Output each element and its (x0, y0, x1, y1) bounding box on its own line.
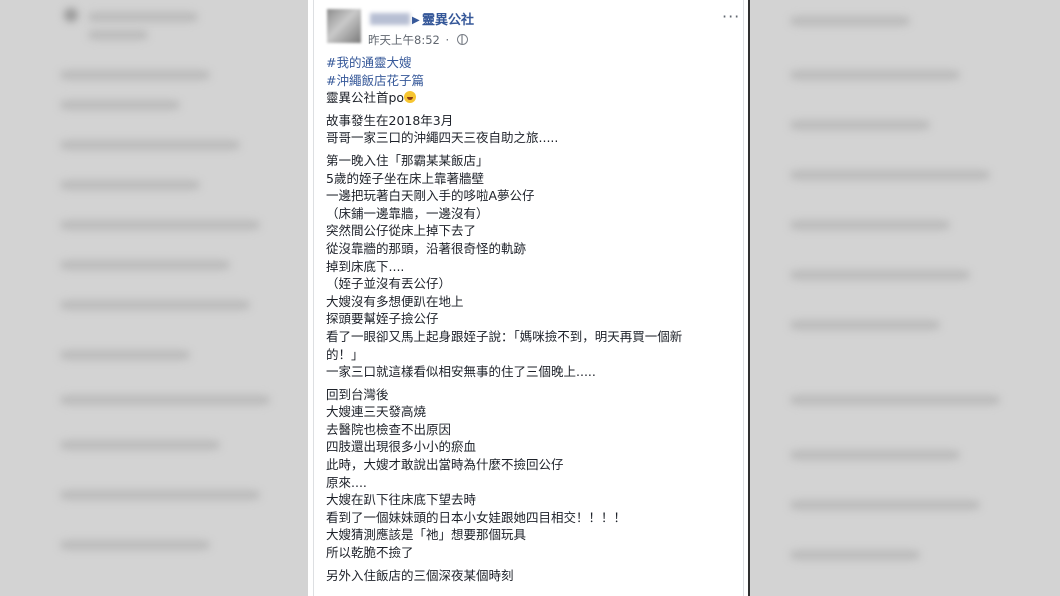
post-text-line: 一邊把玩著白天剛入手的哆啦A夢公仔 (326, 188, 535, 204)
post-text-line: 另外入住飯店的三個深夜某個時刻 (326, 567, 514, 583)
post-text-line: 哥哥一家三口的沖繩四天三夜自助之旅..... (326, 130, 559, 146)
paragraph-4: 另外入住飯店的三個深夜某個時刻 (326, 567, 736, 585)
author-name-redacted[interactable] (370, 13, 410, 25)
author-avatar[interactable] (327, 9, 361, 43)
post-text-line: 看到了一個妹妹頭的日本小女娃跟她四目相交！！！！ (326, 509, 627, 525)
meta-separator: · (445, 33, 450, 47)
post-text-line: 一家三口就這樣看似相安無事的住了三個晚上..... (326, 364, 596, 380)
post-text-line: 原來.... (326, 474, 367, 490)
post-text-line: 回到台灣後 (326, 386, 389, 402)
post-text-line: 所以乾脆不撿了 (326, 545, 414, 561)
post-text-line: 第一晚入住「那霸某某飯店」 (326, 152, 489, 168)
post-text-line: 掉到床底下.... (326, 258, 405, 274)
globe-icon[interactable] (456, 34, 468, 45)
post-text-line: 四肢還出現很多小小的瘀血 (326, 439, 477, 455)
post-text-line: 此時，大嫂才敢說出當時為什麼不撿回公仔 (326, 457, 564, 473)
paragraph-1: 故事發生在2018年3月 哥哥一家三口的沖繩四天三夜自助之旅..... (326, 112, 736, 147)
post-timestamp[interactable]: 昨天上午8:52 (368, 33, 440, 47)
post-text-line: 去醫院也檢查不出原因 (326, 421, 452, 437)
post-text-line: 大嫂在趴下往床底下望去時 (326, 492, 477, 508)
hashtag-link[interactable]: #我的通靈大嫂 (326, 54, 736, 72)
post-text-line: 從沒靠牆的那頭，沿著很奇怪的軌跡 (326, 240, 527, 256)
blurred-background-right (750, 0, 1060, 596)
post-text-line: 故事發生在2018年3月 (326, 112, 454, 128)
more-options-icon[interactable]: ··· (722, 8, 740, 26)
paragraph-2: 第一晚入住「那霸某某飯店」 5歲的姪子坐在床上靠著牆壁 一邊把玩著白天剛入手的哆… (326, 152, 736, 381)
hashtag-link[interactable]: #沖繩飯店花子篇 (326, 72, 736, 90)
shared-to-arrow-icon: ▶ (412, 15, 420, 26)
group-name-link[interactable]: 靈異公社 (422, 12, 474, 30)
post-text-line: 探頭要幫姪子撿公仔 (326, 311, 439, 327)
laughing-emoji-icon (404, 91, 417, 104)
post-intro: 靈異公社首po (326, 89, 736, 107)
post-content: #我的通靈大嫂 #沖繩飯店花子篇 靈異公社首po 故事發生在2018年3月 哥哥… (326, 54, 736, 584)
post-text-line: （床鋪一邊靠牆，一邊沒有） (326, 205, 489, 221)
post-text-line: 5歲的姪子坐在床上靠著牆壁 (326, 170, 484, 186)
post-text-line: 大嫂沒有多想便趴在地上 (326, 293, 464, 309)
paragraph-3: 回到台灣後 大嫂連三天發高燒 去醫院也檢查不出原因 四肢還出現很多小小的瘀血 此… (326, 386, 736, 562)
post-text-line: 的！」 (326, 346, 364, 362)
blurred-background-left (0, 0, 308, 596)
post-meta: 昨天上午8:52 · (368, 32, 468, 48)
post-text-line: 突然間公仔從床上掉下去了 (326, 223, 477, 239)
post-text-line: （姪子並沒有丟公仔） (326, 276, 452, 292)
post-text-line: 大嫂連三天發高燒 (326, 404, 427, 420)
post-text-line: 大嫂猜測應該是「祂」想要那個玩具 (326, 527, 527, 543)
post-text-line: 看了一眼卻又馬上起身跟姪子說：「媽咪撿不到，明天再買一個新 (326, 328, 683, 344)
